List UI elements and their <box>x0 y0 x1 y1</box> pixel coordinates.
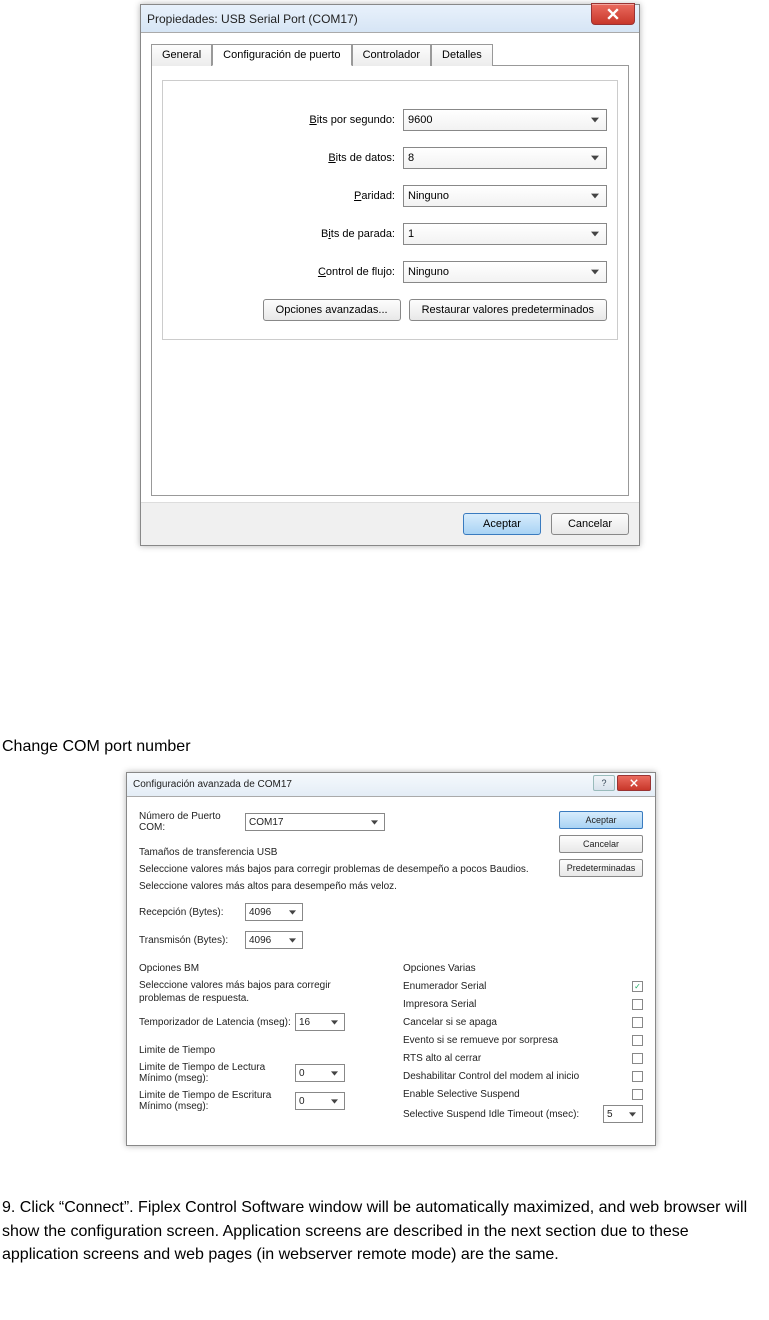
close-button[interactable] <box>617 775 651 791</box>
misc-option-row: Enumerador Serial <box>403 979 643 993</box>
close-button[interactable] <box>591 3 635 25</box>
restore-defaults-button[interactable]: Restaurar valores predeterminados <box>409 299 607 321</box>
section-heading: Change COM port number <box>2 736 767 758</box>
checkbox[interactable] <box>632 1089 643 1100</box>
usb-desc-2: Seleccione valores más altos para desemp… <box>139 880 643 893</box>
misc-option-label: Enumerador Serial <box>403 981 486 992</box>
misc-option-row: RTS alto al cerrar <box>403 1051 643 1065</box>
dialog-footer: Aceptar Cancelar <box>141 502 639 545</box>
dialog-titlebar: Propiedades: USB Serial Port (COM17) <box>141 5 639 33</box>
misc-option-row: Impresora Serial <box>403 997 643 1011</box>
rx-label: Recepción (Bytes): <box>139 907 245 918</box>
bm-column: Opciones BM Seleccione valores más bajos… <box>139 963 379 1127</box>
field-row: Bits de parada:1 <box>173 223 607 245</box>
field-row: Bits de datos:8 <box>173 147 607 169</box>
chevron-down-icon <box>327 1066 341 1080</box>
field-label: Bits de parada: <box>173 228 403 240</box>
misc-option-label: RTS alto al cerrar <box>403 1053 481 1064</box>
misc-option-row: Enable Selective Suspend <box>403 1087 643 1101</box>
rx-combo[interactable]: 4096 <box>245 903 303 921</box>
advanced-config-dialog: Configuración avanzada de COM17 ? Acepta… <box>126 772 656 1146</box>
chevron-down-icon <box>588 151 602 165</box>
field-label: Bits por segundo: <box>173 114 403 126</box>
close-icon <box>630 779 638 787</box>
dialog-title: Propiedades: USB Serial Port (COM17) <box>147 12 358 26</box>
misc-option-label: Deshabilitar Control del modem al inicio <box>403 1071 579 1082</box>
tab-strip: General Configuración de puerto Controla… <box>151 43 629 66</box>
misc-title: Opciones Varias <box>403 963 643 974</box>
dialog2-title: Configuración avanzada de COM17 <box>133 779 292 790</box>
chevron-down-icon <box>588 189 602 203</box>
field-combo[interactable]: Ninguno <box>403 185 607 207</box>
chevron-down-icon <box>588 265 602 279</box>
misc-option-label: Evento si se remueve por sorpresa <box>403 1035 558 1046</box>
misc-option-row: Cancelar si se apaga <box>403 1015 643 1029</box>
help-button[interactable]: ? <box>593 775 615 791</box>
chevron-down-icon <box>327 1094 341 1108</box>
bm-desc: Seleccione valores más bajos para correg… <box>139 979 379 1005</box>
tab-port-config[interactable]: Configuración de puerto <box>212 44 351 66</box>
read-timeout-label: Limite de Tiempo de Lectura Mínimo (mseg… <box>139 1062 295 1084</box>
field-group: Bits por segundo:9600 Bits de datos:8 Pari… <box>162 80 618 340</box>
chevron-down-icon <box>588 227 602 241</box>
com-port-label: Número de Puerto COM: <box>139 811 245 833</box>
latency-label: Temporizador de Latencia (mseg): <box>139 1017 295 1028</box>
field-combo[interactable]: 1 <box>403 223 607 245</box>
com-port-combo[interactable]: COM17 <box>245 813 385 831</box>
misc-option-row: Evento si se remueve por sorpresa <box>403 1033 643 1047</box>
field-row: Bits por segundo:9600 <box>173 109 607 131</box>
tab-details[interactable]: Detalles <box>431 44 493 66</box>
write-timeout-label: Limite de Tiempo de Escritura Mínimo (ms… <box>139 1090 295 1112</box>
checkbox[interactable] <box>632 1035 643 1046</box>
panel-button-row: Opciones avanzadas... Restaurar valores … <box>173 299 607 321</box>
field-label: Paridad: <box>173 190 403 202</box>
chevron-down-icon <box>285 905 299 919</box>
misc-option-row: Deshabilitar Control del modem al inicio <box>403 1069 643 1083</box>
field-row: Control de flujo:Ninguno <box>173 261 607 283</box>
misc-column: Opciones Varias Enumerador Serial Impreso… <box>403 963 643 1127</box>
latency-combo[interactable]: 16 <box>295 1013 345 1031</box>
close-icon <box>607 8 619 20</box>
ok-button[interactable]: Aceptar <box>463 513 541 535</box>
field-combo[interactable]: 8 <box>403 147 607 169</box>
tx-combo[interactable]: 4096 <box>245 931 303 949</box>
field-label: Control de flujo: <box>173 266 403 278</box>
idle-timeout-label: Selective Suspend Idle Timeout (msec): <box>403 1109 579 1120</box>
defaults-button[interactable]: Predeterminadas <box>559 859 643 877</box>
write-timeout-combo[interactable]: 0 <box>295 1092 345 1110</box>
advanced-options-button[interactable]: Opciones avanzadas... <box>263 299 401 321</box>
checkbox[interactable] <box>632 999 643 1010</box>
ok-button[interactable]: Aceptar <box>559 811 643 829</box>
field-row: Paridad:Ninguno <box>173 185 607 207</box>
checkbox[interactable] <box>632 1053 643 1064</box>
misc-option-label: Enable Selective Suspend <box>403 1089 520 1100</box>
dialog2-titlebar: Configuración avanzada de COM17 ? <box>127 773 655 797</box>
dialog2-button-column: Aceptar Cancelar Predeterminadas <box>559 811 643 877</box>
read-timeout-combo[interactable]: 0 <box>295 1064 345 1082</box>
tab-controller[interactable]: Controlador <box>352 44 431 66</box>
chevron-down-icon <box>367 815 381 829</box>
misc-option-label: Impresora Serial <box>403 999 476 1010</box>
instruction-paragraph: 9. Click “Connect”. Fiplex Control Softw… <box>2 1196 767 1266</box>
bm-title: Opciones BM <box>139 963 379 974</box>
checkbox[interactable] <box>632 1071 643 1082</box>
tab-general[interactable]: General <box>151 44 212 66</box>
tab-panel: Bits por segundo:9600 Bits de datos:8 Pari… <box>151 66 629 496</box>
field-combo[interactable]: 9600 <box>403 109 607 131</box>
field-combo[interactable]: Ninguno <box>403 261 607 283</box>
misc-option-label: Cancelar si se apaga <box>403 1017 497 1028</box>
chevron-down-icon <box>285 933 299 947</box>
chevron-down-icon <box>625 1107 639 1121</box>
cancel-button[interactable]: Cancelar <box>551 513 629 535</box>
idle-timeout-combo[interactable]: 5 <box>603 1105 643 1123</box>
field-label: Bits de datos: <box>173 152 403 164</box>
chevron-down-icon <box>327 1015 341 1029</box>
cancel-button[interactable]: Cancelar <box>559 835 643 853</box>
tx-label: Transmisón (Bytes): <box>139 935 245 946</box>
timeout-title: Limite de Tiempo <box>139 1045 379 1056</box>
properties-dialog: Propiedades: USB Serial Port (COM17) Gen… <box>140 4 640 546</box>
checkbox[interactable] <box>632 981 643 992</box>
chevron-down-icon <box>588 113 602 127</box>
checkbox[interactable] <box>632 1017 643 1028</box>
